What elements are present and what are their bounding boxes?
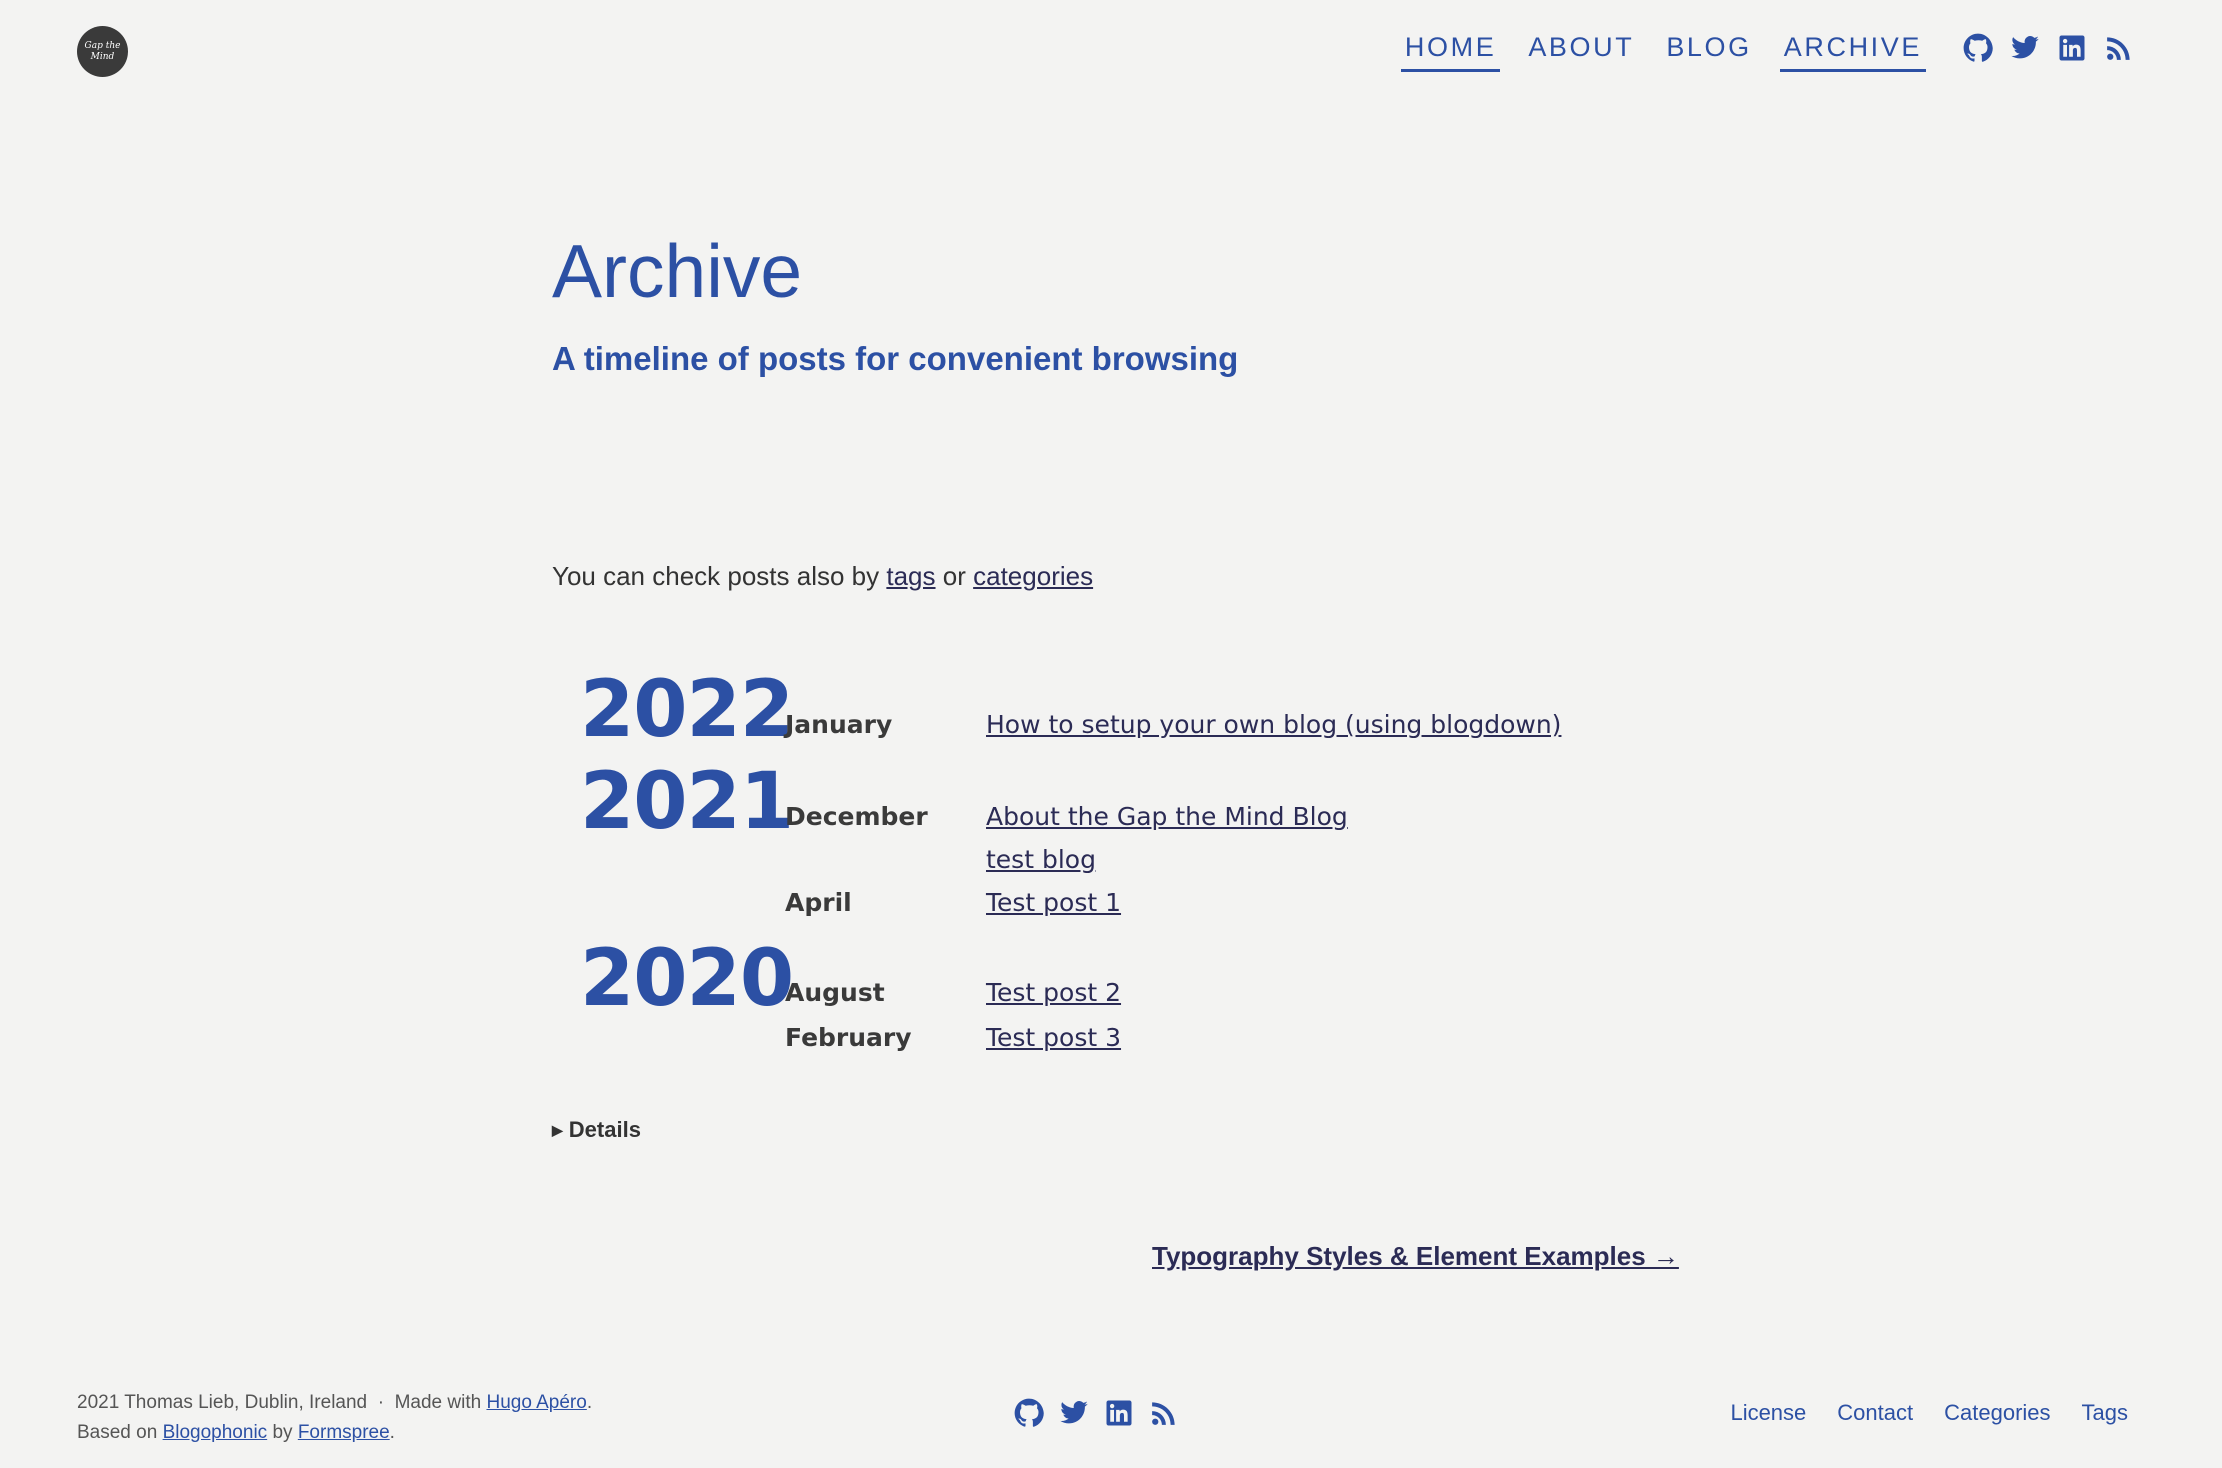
linkedin-icon[interactable]	[2057, 33, 2087, 63]
month-label: January	[785, 710, 893, 739]
github-icon[interactable]	[1963, 33, 1993, 63]
categories-link[interactable]: categories	[973, 561, 1093, 591]
nav-archive[interactable]: ARCHIVE	[1779, 30, 1926, 72]
year-2020: 2020	[580, 934, 794, 1024]
tags-link[interactable]: tags	[886, 561, 935, 591]
rss-icon[interactable]	[2104, 33, 2134, 63]
categories-footer-link[interactable]: Categories	[1944, 1400, 2050, 1426]
separator: ·	[377, 1392, 385, 1413]
details-label: Details	[568, 1117, 641, 1142]
tags-footer-link[interactable]: Tags	[2082, 1400, 2128, 1426]
year-2022: 2022	[580, 665, 794, 755]
month-label: April	[785, 888, 852, 917]
post-link[interactable]: About the Gap the Mind Blog	[986, 802, 1348, 831]
post-link[interactable]: Test post 3	[986, 1023, 1121, 1052]
site-logo[interactable]: Gap the Mind	[77, 26, 128, 77]
month-label: February	[785, 1023, 912, 1052]
post-link[interactable]: test blog	[986, 845, 1096, 874]
intro-or: or	[942, 561, 966, 591]
footer-links: License Contact Categories Tags	[1699, 1400, 2128, 1426]
hugo-apero-link[interactable]: Hugo Apéro	[486, 1392, 586, 1413]
formspree-link[interactable]: Formspree	[298, 1422, 390, 1443]
contact-link[interactable]: Contact	[1837, 1400, 1913, 1426]
license-link[interactable]: License	[1730, 1400, 1806, 1426]
details-toggle[interactable]: ▶ Details	[552, 1117, 641, 1143]
based-on-text: Based on	[77, 1422, 158, 1443]
month-label: August	[785, 978, 885, 1007]
rss-icon[interactable]	[1149, 1398, 1179, 1428]
github-icon[interactable]	[1014, 1398, 1044, 1428]
linkedin-icon[interactable]	[1104, 1398, 1134, 1428]
page-title: Archive	[552, 229, 803, 313]
disclosure-triangle-icon: ▶	[552, 1122, 563, 1138]
page-subtitle: A timeline of posts for convenient brows…	[552, 340, 1239, 377]
blogophonic-link[interactable]: Blogophonic	[163, 1422, 268, 1443]
made-with-text: Made with	[394, 1392, 482, 1413]
year-2021: 2021	[580, 757, 794, 847]
post-link[interactable]: Test post 2	[986, 978, 1121, 1007]
month-label: December	[785, 802, 928, 831]
intro-text: You can check posts also by tags or cate…	[552, 561, 1093, 592]
twitter-icon[interactable]	[1059, 1398, 1089, 1428]
copyright-text: 2021 Thomas Lieb, Dublin, Ireland	[77, 1392, 368, 1413]
twitter-icon[interactable]	[2010, 33, 2040, 63]
by-text: by	[272, 1422, 293, 1443]
post-link[interactable]: Test post 1	[986, 888, 1121, 917]
header-social-icons	[1946, 33, 2134, 63]
post-link[interactable]: How to setup your own blog (using blogdo…	[986, 710, 1561, 739]
nav-blog[interactable]: BLOG	[1662, 30, 1755, 72]
next-post-link[interactable]: Typography Styles & Element Examples →	[1152, 1241, 1679, 1272]
footer-social-icons	[1014, 1398, 1194, 1428]
nav-about[interactable]: ABOUT	[1524, 30, 1638, 72]
footer-credits: 2021 Thomas Lieb, Dublin, Ireland · Made…	[77, 1392, 593, 1443]
logo-text: Gap the Mind	[84, 40, 121, 62]
nav-home[interactable]: HOME	[1400, 30, 1501, 72]
main-nav: HOME ABOUT BLOG ARCHIVE	[1377, 30, 2134, 72]
intro-prefix: You can check posts also by	[552, 561, 880, 591]
